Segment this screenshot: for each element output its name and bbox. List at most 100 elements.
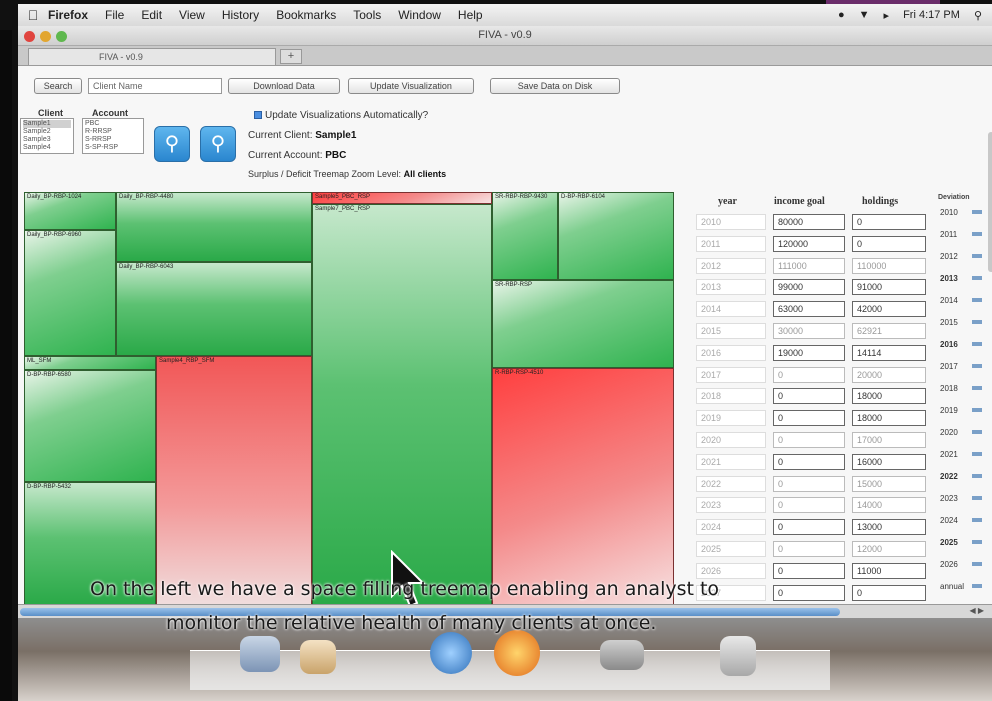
treemap-cell[interactable]: Sample5_PBC_RSP: [312, 192, 492, 204]
new-tab-button[interactable]: +: [280, 49, 302, 64]
treemap-cell[interactable]: R-RBP-RSP-4510: [492, 368, 674, 606]
income-goal-input[interactable]: 99000: [773, 279, 845, 296]
holdings-input[interactable]: 0: [852, 214, 926, 230]
treemap-cell[interactable]: Daily_BP-RBP-1024: [24, 192, 116, 230]
income-goal-input[interactable]: 0: [773, 562, 845, 579]
holdings-input[interactable]: 20000: [852, 366, 926, 383]
menu-bookmarks[interactable]: Bookmarks: [276, 8, 336, 22]
income-goal-input[interactable]: 0: [773, 475, 845, 492]
treemap-cell[interactable]: ML_SFM: [24, 356, 156, 370]
volume-icon[interactable]: ▸: [884, 9, 890, 22]
holdings-input[interactable]: 14114: [852, 344, 926, 361]
mail-icon[interactable]: [300, 640, 336, 674]
holdings-input[interactable]: 18000: [852, 410, 926, 427]
menu-tools[interactable]: Tools: [353, 8, 381, 22]
holdings-input[interactable]: 13000: [852, 519, 926, 536]
save-data-button[interactable]: Save Data on Disk: [490, 78, 620, 94]
treemap-cell[interactable]: Sample4_RBP_SFM: [156, 356, 312, 606]
treemap-cell[interactable]: Sample7_PBC_RSP: [312, 204, 492, 606]
income-goal-input[interactable]: 0: [773, 410, 845, 427]
list-item[interactable]: S-RRSP: [85, 136, 141, 144]
menu-history[interactable]: History: [222, 8, 259, 22]
treemap-cell[interactable]: SR-RBP-RSP: [492, 280, 674, 368]
wifi-icon[interactable]: ▼: [859, 9, 870, 21]
bluetooth-icon[interactable]: ●: [838, 9, 845, 21]
deviation-year: 2018: [940, 384, 958, 393]
safari-icon[interactable]: [430, 632, 472, 674]
firefox-icon[interactable]: [494, 630, 540, 676]
income-goal-input[interactable]: 0: [773, 497, 845, 514]
terminal-icon[interactable]: [600, 640, 644, 670]
holdings-input[interactable]: 110000: [852, 257, 926, 274]
deviation-row: 2011: [936, 224, 986, 244]
menu-file[interactable]: File: [105, 8, 124, 22]
deviation-year: 2014: [940, 296, 958, 305]
menu-app-firefox[interactable]: Firefox: [48, 8, 88, 22]
list-item[interactable]: S-SP-RSP: [85, 144, 141, 152]
zoom-in-button[interactable]: ⚲: [154, 126, 190, 162]
apple-icon[interactable]: : [18, 7, 48, 23]
holdings-input[interactable]: 18000: [852, 388, 926, 405]
income-goal-input[interactable]: 80000: [773, 214, 845, 230]
deviation-year: 2016: [940, 340, 958, 349]
download-data-button[interactable]: Download Data: [228, 78, 340, 94]
menu-edit[interactable]: Edit: [141, 8, 162, 22]
income-goal-input[interactable]: 30000: [773, 323, 845, 339]
zoom-out-button[interactable]: ⚲: [200, 126, 236, 162]
scroll-arrows-icon[interactable]: ◀ ▶: [969, 606, 984, 615]
left-border: [0, 30, 12, 701]
treemap-cell[interactable]: Daily_BP-RBP-6043: [116, 262, 312, 356]
search-button[interactable]: Search: [34, 78, 82, 94]
holdings-input[interactable]: 17000: [852, 432, 926, 448]
holdings-input[interactable]: 11000: [852, 562, 926, 579]
holdings-input[interactable]: 12000: [852, 541, 926, 557]
income-goal-input[interactable]: 0: [773, 366, 845, 383]
holdings-input[interactable]: 0: [852, 235, 926, 252]
update-visualization-button[interactable]: Update Visualization: [348, 78, 474, 94]
deviation-year: 2025: [940, 538, 958, 547]
menu-view[interactable]: View: [179, 8, 205, 22]
income-goal-input[interactable]: 111000: [773, 257, 845, 274]
treemap-cell[interactable]: Daily_BP-RBP-4480: [116, 192, 312, 262]
list-item[interactable]: Sample3: [23, 136, 71, 144]
income-goal-input[interactable]: 0: [773, 541, 845, 557]
treemap-cell[interactable]: Daily_BP-RBP-6960: [24, 230, 116, 356]
tab-fiva[interactable]: FIVA - v0.9: [28, 48, 276, 65]
holdings-input[interactable]: 62921: [852, 323, 926, 339]
income-goal-input[interactable]: 0: [773, 388, 845, 405]
income-goal-input[interactable]: 0: [773, 432, 845, 448]
spotlight-icon[interactable]: ⚲: [974, 9, 982, 22]
holdings-input[interactable]: 0: [852, 584, 926, 601]
income-goal-input[interactable]: 0: [773, 453, 845, 470]
income-goal-input[interactable]: 0: [773, 519, 845, 536]
list-item[interactable]: Sample4: [23, 144, 71, 152]
client-list[interactable]: Sample1 Sample2 Sample3 Sample4: [20, 118, 74, 154]
account-list[interactable]: PBC R-RRSP S-RRSP S-SP-RSP: [82, 118, 144, 154]
trash-icon[interactable]: [720, 636, 756, 676]
list-item[interactable]: PBC: [85, 120, 141, 128]
checkbox-checked-icon[interactable]: [254, 111, 262, 120]
holdings-input[interactable]: 15000: [852, 475, 926, 492]
list-item[interactable]: Sample1: [23, 120, 71, 128]
treemap[interactable]: Daily_BP-RBP-1024 Daily_BP-RBP-6960 Dail…: [24, 192, 674, 606]
holdings-input[interactable]: 16000: [852, 453, 926, 470]
auto-update-checkbox[interactable]: Update Visualizations Automatically?: [254, 110, 428, 121]
treemap-cell[interactable]: SR-RBP-RBP-9430: [492, 192, 558, 280]
treemap-cell[interactable]: D-BP-RBP-6580: [24, 370, 156, 482]
treemap-cell[interactable]: D-BP-RBP-6104: [558, 192, 674, 280]
income-goal-input[interactable]: 19000: [773, 344, 845, 361]
finder-icon[interactable]: [240, 636, 280, 672]
list-item[interactable]: Sample2: [23, 128, 71, 136]
vertical-scrollbar[interactable]: [988, 132, 992, 272]
menu-window[interactable]: Window: [398, 8, 441, 22]
holdings-input[interactable]: 42000: [852, 301, 926, 318]
income-goal-input[interactable]: 120000: [773, 235, 845, 252]
income-goal-input[interactable]: 63000: [773, 301, 845, 318]
client-search-input[interactable]: Client Name: [88, 78, 222, 94]
income-goal-input[interactable]: 0: [773, 584, 845, 601]
holdings-input[interactable]: 91000: [852, 279, 926, 296]
menu-help[interactable]: Help: [458, 8, 483, 22]
holdings-input[interactable]: 14000: [852, 497, 926, 514]
clock[interactable]: Fri 4:17 PM: [903, 9, 960, 21]
list-item[interactable]: R-RRSP: [85, 128, 141, 136]
